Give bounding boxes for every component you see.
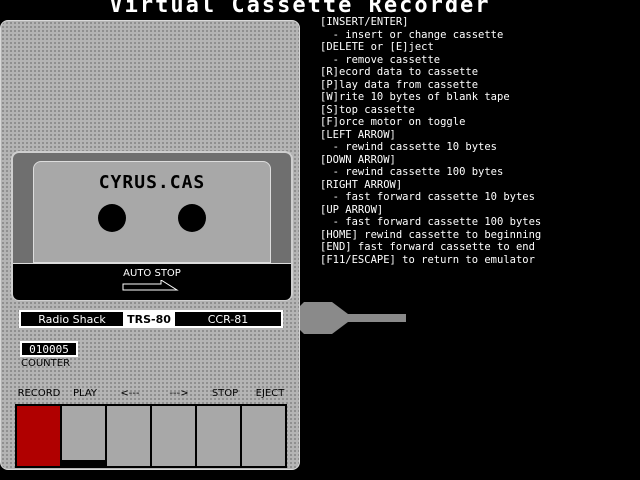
- help-line: - rewind cassette 100 bytes: [320, 166, 504, 178]
- auto-stop-label: AUTO STOP: [123, 268, 181, 279]
- help-line: [R]ecord data to cassette: [320, 66, 479, 78]
- left-reel-icon: [98, 204, 126, 232]
- auto-stop-arrow-icon: [122, 280, 179, 291]
- help-line: [HOME] rewind cassette to beginning: [320, 228, 542, 241]
- brand-unit: CCR-81: [207, 312, 249, 326]
- record-key[interactable]: [17, 406, 60, 466]
- record-key-label: RECORD: [17, 388, 61, 399]
- help-line: [F11/ESCAPE] to return to emulator: [320, 253, 535, 266]
- eject-key-label: EJECT: [255, 388, 285, 399]
- cassette-label: CYRUS.CAS: [98, 172, 206, 193]
- stop-key-label: STOP: [211, 388, 239, 399]
- help-line: - insert or change cassette: [320, 28, 504, 41]
- stop-key[interactable]: [197, 406, 240, 466]
- play-key-label: PLAY: [72, 388, 97, 399]
- brand-maker: Radio Shack: [38, 312, 106, 326]
- help-line: [S]top cassette: [320, 103, 415, 116]
- help-line: [UP ARROW]: [320, 203, 384, 216]
- help-line: [DELETE or [E]ject: [320, 41, 434, 53]
- control-keys: [15, 404, 287, 468]
- help-line: [END] fast forward cassette to end: [320, 241, 535, 253]
- help-line: [DOWN ARROW]: [320, 153, 396, 166]
- help-line: - remove cassette: [320, 53, 441, 66]
- help-line: [P]lay data from cassette: [320, 78, 479, 91]
- brand-strip: Radio Shack TRS-80 CCR-81: [19, 310, 283, 328]
- help-line: - rewind cassette 10 bytes: [320, 141, 498, 153]
- tape-counter: 010005: [20, 341, 78, 357]
- counter-label: COUNTER: [21, 358, 71, 369]
- help-line: [INSERT/ENTER]: [320, 16, 409, 28]
- help-line: [F]orce motor on toggle: [320, 116, 466, 128]
- play-key[interactable]: [62, 406, 105, 466]
- cassette-door[interactable]: CYRUS.CAS AUTO STOP: [11, 151, 293, 301]
- help-line: - fast forward cassette 10 bytes: [320, 191, 535, 203]
- help-text: [INSERT/ENTER] - insert or change casset…: [320, 16, 640, 266]
- help-line: - fast forward cassette 100 bytes: [320, 216, 542, 228]
- cassette-recorder: CYRUS.CAS AUTO STOP Radio Shack TRS-80 C…: [0, 20, 300, 470]
- help-line: [RIGHT ARROW]: [320, 178, 403, 191]
- eject-key[interactable]: [242, 406, 285, 466]
- rewind-key[interactable]: [107, 406, 150, 466]
- key-labels: RECORD PLAY <--- ---> STOP EJECT: [13, 388, 293, 399]
- fast-forward-key[interactable]: [152, 406, 195, 466]
- help-line: [W]rite 10 bytes of blank tape: [320, 91, 510, 103]
- rewind-key-label: <---: [120, 388, 140, 399]
- cassette-tape[interactable]: CYRUS.CAS: [33, 161, 271, 263]
- help-line: [LEFT ARROW]: [320, 128, 396, 141]
- brand-model: TRS-80: [123, 312, 175, 326]
- right-reel-icon: [178, 204, 206, 232]
- auto-stop-panel: AUTO STOP: [13, 263, 291, 300]
- fast-forward-key-label: --->: [169, 388, 189, 399]
- cable-plug-icon: [300, 302, 406, 334]
